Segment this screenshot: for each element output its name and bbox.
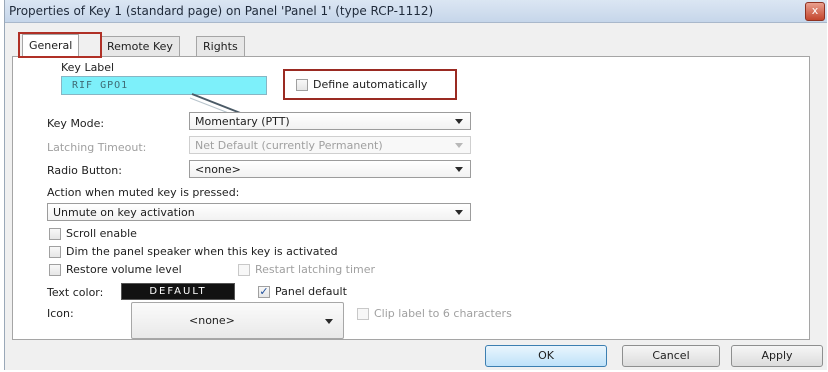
- chevron-down-icon: [455, 167, 463, 172]
- dim-speaker-label: Dim the panel speaker when this key is a…: [66, 245, 338, 258]
- action-muted-select[interactable]: Unmute on key activation: [47, 203, 471, 221]
- icon-label: Icon:: [47, 307, 74, 320]
- latching-timeout-label: Latching Timeout:: [47, 141, 147, 154]
- window-title: Properties of Key 1 (standard page) on P…: [9, 4, 434, 18]
- restore-volume-checkbox[interactable]: [49, 264, 61, 276]
- chevron-down-icon: [455, 143, 463, 148]
- restore-volume-label: Restore volume level: [66, 263, 182, 276]
- tab-rights[interactable]: Rights: [196, 36, 245, 56]
- restart-latching-checkbox[interactable]: [238, 264, 250, 276]
- key-mode-value: Momentary (PTT): [195, 115, 290, 128]
- chevron-down-icon: [325, 319, 333, 324]
- chevron-down-icon: [455, 210, 463, 215]
- scroll-enable-label: Scroll enable: [66, 227, 137, 240]
- radio-button-value: <none>: [195, 163, 241, 176]
- panel-default-label: Panel default: [275, 285, 347, 298]
- close-icon[interactable]: x: [805, 2, 825, 21]
- tab-remote-key[interactable]: Remote Key: [100, 36, 180, 56]
- radio-button-label: Radio Button:: [47, 164, 122, 177]
- text-color-default-button[interactable]: DEFAULT: [121, 283, 235, 300]
- tab-general[interactable]: General: [22, 34, 80, 57]
- clip-label-label: Clip label to 6 characters: [374, 307, 512, 320]
- icon-select[interactable]: <none>: [131, 302, 344, 339]
- scroll-enable-checkbox[interactable]: [49, 228, 61, 240]
- dim-speaker-checkbox[interactable]: [49, 246, 61, 258]
- latching-timeout-value: Net Default (currently Permanent): [195, 139, 383, 152]
- define-automatically-label: Define automatically: [313, 78, 428, 91]
- latching-timeout-select[interactable]: Net Default (currently Permanent): [189, 136, 471, 154]
- panel-default-checkbox[interactable]: ✓: [258, 286, 270, 298]
- cancel-button[interactable]: Cancel: [622, 345, 720, 367]
- apply-button[interactable]: Apply: [731, 345, 823, 367]
- chevron-down-icon: [455, 119, 463, 124]
- key-label-caption: Key Label: [61, 61, 115, 74]
- action-muted-label: Action when muted key is pressed:: [47, 186, 240, 199]
- define-automatically-checkbox[interactable]: [296, 79, 308, 91]
- icon-select-value: <none>: [189, 314, 235, 327]
- title-bar[interactable]: Properties of Key 1 (standard page) on P…: [5, 0, 827, 23]
- clip-label-checkbox[interactable]: [357, 308, 369, 320]
- key-mode-label: Key Mode:: [47, 117, 105, 130]
- key-mode-select[interactable]: Momentary (PTT): [189, 112, 471, 130]
- radio-button-select[interactable]: <none>: [189, 160, 471, 178]
- restart-latching-label: Restart latching timer: [255, 263, 376, 276]
- action-muted-value: Unmute on key activation: [53, 206, 195, 219]
- ok-button[interactable]: OK: [485, 345, 607, 367]
- text-color-label: Text color:: [47, 286, 104, 299]
